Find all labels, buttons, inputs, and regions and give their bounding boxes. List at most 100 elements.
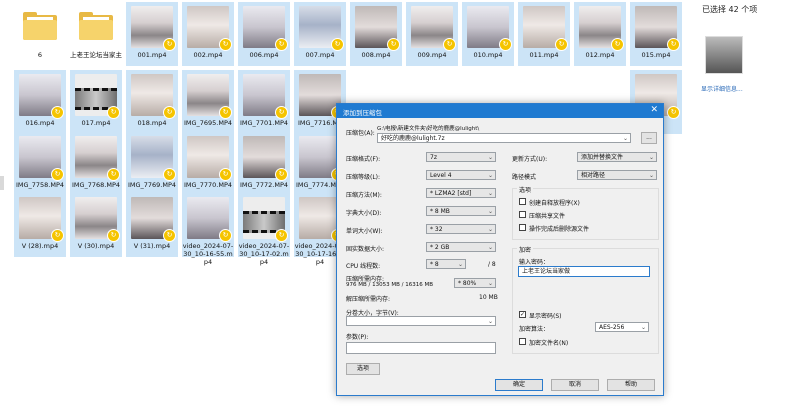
file-name: V (30).mp4 [77,242,115,250]
chevron-down-icon: ⌄ [487,154,493,161]
file-item[interactable]: ↻ 015.mp4 [630,2,682,66]
file-name: 015.mp4 [641,51,671,59]
path-mode-label: 路径模式 [512,174,537,181]
enc-method-select[interactable]: AES-256 ⌄ [595,322,649,332]
method-select[interactable]: * LZMA2 [std] ⌄ [426,188,496,198]
cancel-button[interactable]: 取消 [551,379,599,391]
dict-select[interactable]: * 8 MB ⌄ [426,206,496,216]
file-name: IMG_7772.MP4 [239,181,289,189]
file-item[interactable]: ↻ IMG_7758.MP4 [14,132,66,196]
file-name: 6 [37,51,43,59]
file-item[interactable]: ↻ video_2024-07-30_10-16-55.mp4 [182,193,234,266]
help-button[interactable]: 帮助 [607,379,655,391]
path-mode-select[interactable]: 相对路径 ⌄ [577,170,657,180]
chevron-down-icon: ⌄ [487,190,493,197]
close-icon[interactable]: ✕ [650,105,658,115]
file-item[interactable]: ↻ 018.mp4 [126,70,178,134]
split-size-combo[interactable]: ⌄ [346,316,496,326]
file-item[interactable]: ↻ IMG_7695.MP4 [182,70,234,134]
file-item[interactable]: ↻ 011.mp4 [518,2,570,66]
enc-method-value: AES-256 [599,324,625,331]
cpu-select[interactable]: * 8 ⌄ [426,259,466,269]
browse-button[interactable]: ... [641,132,657,144]
archive-path: G:\电报\新建文件夹\好吃的鹿鹿@lulight\ [377,126,480,132]
file-item[interactable]: ↻ IMG_7769.MP4 [126,132,178,196]
update-label: 更新方式(U): [512,156,548,163]
file-item[interactable]: ↻ 017.mp4 [70,70,122,134]
cloud-sync-icon: ↻ [275,106,288,119]
dialog-titlebar[interactable]: 添加到压缩包 ✕ [337,104,663,118]
file-item[interactable]: ↻ IMG_7770.MP4 [182,132,234,196]
password-label: 输入密码： [519,259,550,266]
shared-checkbox[interactable] [519,211,526,218]
format-select[interactable]: 7z ⌄ [426,152,496,162]
file-item[interactable]: ↻ 012.mp4 [574,2,626,66]
dict-label: 字典大小(D): [346,210,382,217]
folder-item[interactable]: 6 [14,2,66,66]
details-pane: 已选择 42 个项 显示详细信息... [690,0,800,409]
dict-value: * 8 MB [430,208,450,215]
mem-pct-value: * 80% [458,280,477,287]
chevron-down-icon: ⌄ [487,226,493,233]
params-input[interactable] [346,342,496,354]
cloud-sync-icon: ↻ [163,38,176,51]
chevron-down-icon: ⌄ [457,261,463,268]
file-name: 上老王论坛当家主 [70,51,122,59]
folder-item[interactable]: 上老王论坛当家主 [70,2,122,66]
level-label: 压缩等级(L): [346,174,381,181]
selection-count: 已选择 42 个项 [702,5,758,14]
encrypt-names-checkbox[interactable] [519,338,526,345]
chevron-down-icon: ⌄ [622,135,628,142]
mem-pct-select[interactable]: * 80% ⌄ [454,278,496,288]
file-name: 016.mp4 [25,119,55,127]
file-name: IMG_7758.MP4 [15,181,65,189]
file-item[interactable]: ↻ IMG_7772.MP4 [238,132,290,196]
sfx-checkbox[interactable] [519,198,526,205]
show-password-label: 显示密码(S) [529,313,562,320]
ok-button[interactable]: 确定 [495,379,543,391]
file-name: IMG_7770.MP4 [183,181,233,189]
options-button[interactable]: 选项 [346,363,380,375]
file-name: 012.mp4 [585,51,615,59]
file-item[interactable]: ↻ IMG_7701.MP4 [238,70,290,134]
update-select[interactable]: 添加并替换文件 ⌄ [577,152,657,162]
file-item[interactable]: ↻ V (31).mp4 [126,193,178,257]
file-item[interactable]: ↻ IMG_7768.MP4 [70,132,122,196]
level-select[interactable]: Level 4 ⌄ [426,170,496,180]
file-name: 017.mp4 [81,119,111,127]
file-item[interactable]: ↻ 010.mp4 [462,2,514,66]
selection-preview [702,36,743,77]
file-item[interactable]: ↻ 002.mp4 [182,2,234,66]
solid-select[interactable]: * 2 GB ⌄ [426,242,496,252]
encryption-group-title: 加密 [517,245,534,254]
file-name: 011.mp4 [529,51,559,59]
file-item[interactable]: ↻ video_2024-07-30_10-17-02.mp4 [238,193,290,266]
file-name: 006.mp4 [249,51,279,59]
file-item[interactable]: ↻ 001.mp4 [126,2,178,66]
folder-icon [23,12,57,40]
archive-name-combo[interactable]: 好吃的鹿鹿@lulight.7z ⌄ [377,133,631,143]
file-item[interactable]: ↻ 007.mp4 [294,2,346,66]
show-details-link[interactable]: 显示详细信息... [701,84,743,93]
mem-decomp-label: 解压缩所需内存: [346,296,391,303]
file-item[interactable]: ↻ 006.mp4 [238,2,290,66]
shared-label: 压缩共享文件 [529,213,566,220]
show-password-checkbox[interactable]: ✓ [519,311,526,318]
scroll-handle[interactable] [0,176,4,190]
format-label: 压缩格式(F): [346,156,381,163]
file-item[interactable]: ↻ 009.mp4 [406,2,458,66]
cloud-sync-icon: ↻ [107,229,120,242]
file-item[interactable]: ↻ 008.mp4 [350,2,402,66]
cpu-label: CPU 线程数: [346,263,381,270]
file-item[interactable]: ↻ V (30).mp4 [70,193,122,257]
solid-value: * 2 GB [430,244,450,251]
file-item[interactable]: ↻ 016.mp4 [14,70,66,134]
file-item[interactable]: ↻ V (28).mp4 [14,193,66,257]
cloud-sync-icon: ↻ [163,168,176,181]
password-input[interactable]: 上老王论坛当家做 [518,266,650,277]
file-name: IMG_7769.MP4 [127,181,177,189]
cloud-sync-icon: ↻ [499,38,512,51]
delete-source-checkbox[interactable] [519,224,526,231]
cloud-sync-icon: ↻ [555,38,568,51]
word-select[interactable]: * 32 ⌄ [426,224,496,234]
